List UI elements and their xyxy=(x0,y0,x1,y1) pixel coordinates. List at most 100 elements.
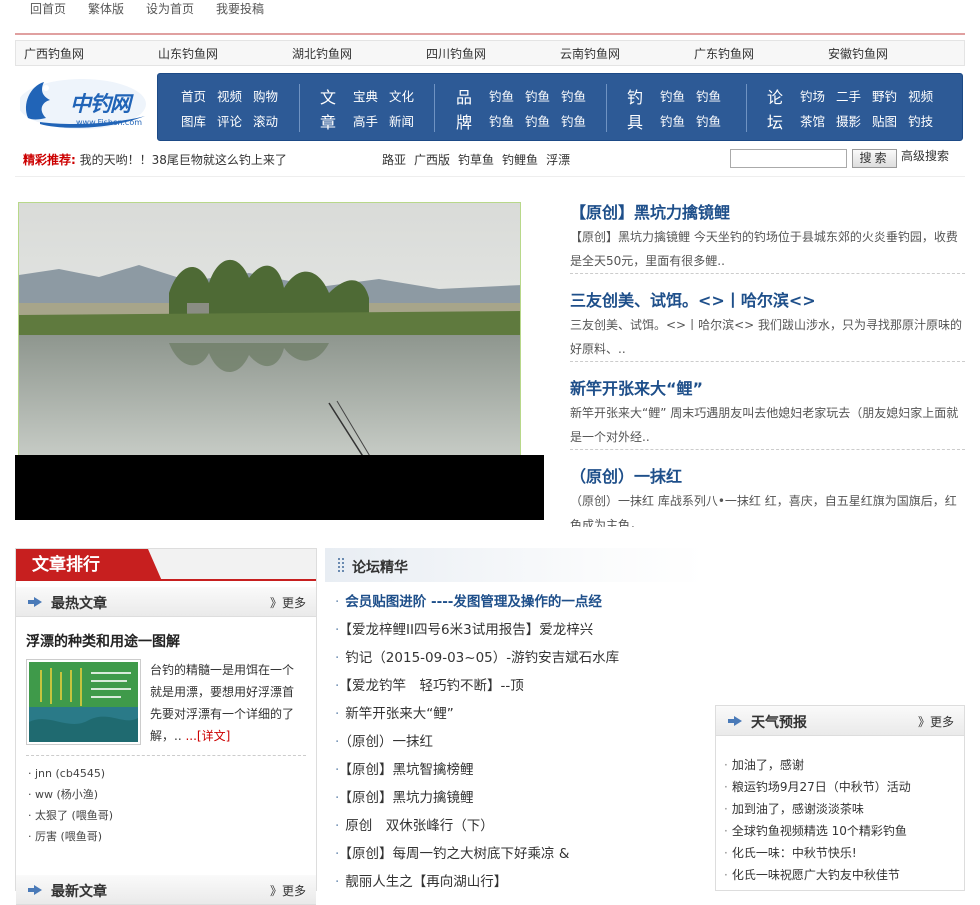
weather-header: 天气预报 》更多 xyxy=(716,706,964,736)
nav-item[interactable]: 购物 xyxy=(253,86,278,105)
nav-item[interactable]: 滚动 xyxy=(253,111,278,130)
recommend-link[interactable]: 我的天哟！！38尾巨物就这么钓上来了 xyxy=(80,153,287,167)
more-link[interactable]: 》更多 xyxy=(270,594,306,611)
tag-link[interactable]: 路亚 xyxy=(382,151,406,168)
nav-item[interactable]: 钓鱼 xyxy=(561,111,586,130)
search-button[interactable]: 搜索 xyxy=(852,149,897,168)
forum-item[interactable]: · 钓记（2015-09-03~05）-游钓安吉斌石水库 xyxy=(335,644,619,672)
headline-summary: 【原创】黑坑力擒镜鲤 今天坐钓的钓场位于县城东郊的火炎垂钓园，收费是全天50元，… xyxy=(570,230,958,268)
list-item[interactable]: · 加油了，感谢 xyxy=(724,754,911,776)
list-item[interactable]: · 粮运钓场9月27日（中秋节）活动 xyxy=(724,776,911,798)
forum-header: 论坛精华 xyxy=(325,548,705,582)
search-input[interactable] xyxy=(730,149,847,168)
nav-category-label: 章 xyxy=(320,112,337,132)
tag-link[interactable]: 钓草鱼 xyxy=(458,151,494,168)
list-item[interactable]: · 太狠了 (喂鱼哥) xyxy=(28,805,113,826)
nav-item[interactable]: 茶馆 xyxy=(800,111,825,130)
nav-group-forum: 论 钓场 二手 野钓 视频 坛 茶馆 摄影 贴图 钓技 xyxy=(767,83,933,133)
nav-item[interactable]: 野钓 xyxy=(872,86,897,105)
nav-item[interactable]: 钓鱼 xyxy=(561,86,586,105)
nav-item[interactable]: 图库 xyxy=(181,111,206,130)
featured-article-title[interactable]: 浮漂的种类和用途一图解 xyxy=(26,631,180,651)
nav-item[interactable]: 宝典 xyxy=(353,86,378,105)
nav-divider xyxy=(606,84,607,132)
set-homepage-link[interactable]: 设为首页 xyxy=(146,0,194,16)
region-link[interactable]: 山东钓鱼网 xyxy=(150,45,284,62)
nav-category-label: 品 xyxy=(456,87,473,107)
featured-photo[interactable] xyxy=(18,202,521,457)
region-link[interactable]: 广东钓鱼网 xyxy=(686,45,820,62)
submit-link[interactable]: 我要投稿 xyxy=(216,0,264,16)
nav-item[interactable]: 高手 xyxy=(353,111,378,130)
more-link[interactable]: 》更多 xyxy=(918,713,954,730)
forum-item[interactable]: · 【爱龙钓竿 轻巧钓不断】--顶 xyxy=(335,672,619,700)
forum-item[interactable]: · 【原创】黑坑智擒榜鲤 xyxy=(335,756,619,784)
headline-title[interactable]: 【原创】黑坑力擒镜鲤 xyxy=(570,199,965,225)
nav-item[interactable]: 钓鱼 xyxy=(525,111,550,130)
headline-item: （原创）一抹红 （原创）一抹红 库战系列八•一抹红 红，喜庆，自五星红旗为国旗后… xyxy=(570,463,965,527)
nav-item[interactable]: 钓鱼 xyxy=(660,111,685,130)
nav-item[interactable]: 钓技 xyxy=(908,111,933,130)
forum-item[interactable]: · 【爱龙梓鲤II四号6米3试用报告】爱龙梓兴 xyxy=(335,616,619,644)
region-link[interactable]: 云南钓鱼网 xyxy=(552,45,686,62)
nav-item[interactable]: 钓鱼 xyxy=(489,86,514,105)
forum-item[interactable]: · 【原创】黑坑力擒镜鲤 xyxy=(335,784,619,812)
site-logo[interactable]: 中钓网 www.Fishcn.com xyxy=(18,74,150,132)
nav-item[interactable]: 新闻 xyxy=(389,111,414,130)
home-link[interactable]: 回首页 xyxy=(30,0,66,16)
headline-summary: 新竿开张来大“鲤” 周末巧遇朋友叫去他媳妇老家玩去（朋友媳妇家上面就是一个对外经… xyxy=(570,406,959,444)
forum-item[interactable]: · 靓丽人生之【再向湖山行】 xyxy=(335,868,619,896)
list-item[interactable]: · 化氏一味：中秋节快乐! xyxy=(724,842,911,864)
headline-summary: 三友创美、试饵。<>丨哈尔滨<> 我们跋山涉水，只为寻找那原汁原味的好原料、.. xyxy=(570,318,963,356)
regional-links: 广西钓鱼网 山东钓鱼网 湖北钓鱼网 四川钓鱼网 云南钓鱼网 广东钓鱼网 安徽钓鱼… xyxy=(15,40,965,66)
nav-item[interactable]: 钓鱼 xyxy=(525,86,550,105)
nav-item[interactable]: 视频 xyxy=(217,86,242,105)
nav-item[interactable]: 二手 xyxy=(836,86,861,105)
forum-item[interactable]: · 【原创】每周一钓之大树底下好乘凉 & xyxy=(335,840,619,868)
region-link[interactable]: 四川钓鱼网 xyxy=(418,45,552,62)
region-link[interactable]: 湖北钓鱼网 xyxy=(284,45,418,62)
forum-item-text: （原创）一抹红 xyxy=(345,734,434,750)
nav-item[interactable]: 钓鱼 xyxy=(696,111,721,130)
advanced-search-link[interactable]: 高级搜索 xyxy=(901,147,949,164)
tag-link[interactable]: 广西版 xyxy=(414,151,450,168)
forum-item[interactable]: · 会员贴图进阶 ----发图管理及操作的一点经 xyxy=(335,588,619,616)
list-item[interactable]: · 厉害 (喂鱼哥) xyxy=(28,826,113,847)
nav-item[interactable]: 视频 xyxy=(908,86,933,105)
forum-item[interactable]: · 原创 双休张峰行（下） xyxy=(335,812,619,840)
nav-item[interactable]: 钓鱼 xyxy=(660,86,685,105)
forum-item-text: 【原创】黑坑力擒镜鲤 xyxy=(345,790,474,806)
region-link[interactable]: 广西钓鱼网 xyxy=(16,45,150,62)
forum-title: 论坛精华 xyxy=(352,560,408,576)
nav-item[interactable]: 贴图 xyxy=(872,111,897,130)
featured-article-thumbnail[interactable] xyxy=(26,659,141,745)
arrow-right-icon xyxy=(28,597,42,607)
forum-item[interactable]: · （原创）一抹红 xyxy=(335,728,619,756)
traditional-link[interactable]: 繁体版 xyxy=(88,0,124,16)
list-item[interactable]: · ww (杨小渔) xyxy=(28,784,113,805)
tag-link[interactable]: 浮漂 xyxy=(546,151,570,168)
nav-item[interactable]: 钓鱼 xyxy=(489,111,514,130)
list-item[interactable]: · jnn (cb4545) xyxy=(28,763,113,784)
read-more-link[interactable]: ...[详文] xyxy=(185,729,230,743)
nav-item[interactable]: 摄影 xyxy=(836,111,861,130)
nav-item[interactable]: 评论 xyxy=(217,111,242,130)
headline-title[interactable]: （原创）一抹红 xyxy=(570,463,965,489)
nav-item[interactable]: 首页 xyxy=(181,86,206,105)
ranking-tab[interactable]: 文章排行 xyxy=(16,549,162,581)
list-item[interactable]: · 加到油了，感谢淡淡茶味 xyxy=(724,798,911,820)
headline-title[interactable]: 三友创美、试饵。<>丨哈尔滨<> xyxy=(570,287,965,313)
nav-item[interactable]: 钓场 xyxy=(800,86,825,105)
forum-item-text: 【爱龙钓竿 轻巧钓不断】--顶 xyxy=(345,678,524,694)
nav-item[interactable]: 钓鱼 xyxy=(696,86,721,105)
list-item[interactable]: · 全球钓鱼视频精选 10个精彩钓鱼 xyxy=(724,820,911,842)
region-link[interactable]: 安徽钓鱼网 xyxy=(820,45,954,62)
recommend-label: 精彩推荐: xyxy=(23,153,76,167)
hot-tags: 路亚 广西版 钓草鱼 钓鲤鱼 浮漂 xyxy=(382,151,570,168)
tag-link[interactable]: 钓鲤鱼 xyxy=(502,151,538,168)
nav-item[interactable]: 文化 xyxy=(389,86,414,105)
nav-category-label: 钓 xyxy=(627,87,644,107)
headline-title[interactable]: 新竿开张来大“鲤” xyxy=(570,375,965,401)
forum-item[interactable]: · 新竿开张来大“鲤” xyxy=(335,700,619,728)
list-item[interactable]: · 化氏一味祝愿广大钓友中秋佳节 xyxy=(724,864,911,886)
